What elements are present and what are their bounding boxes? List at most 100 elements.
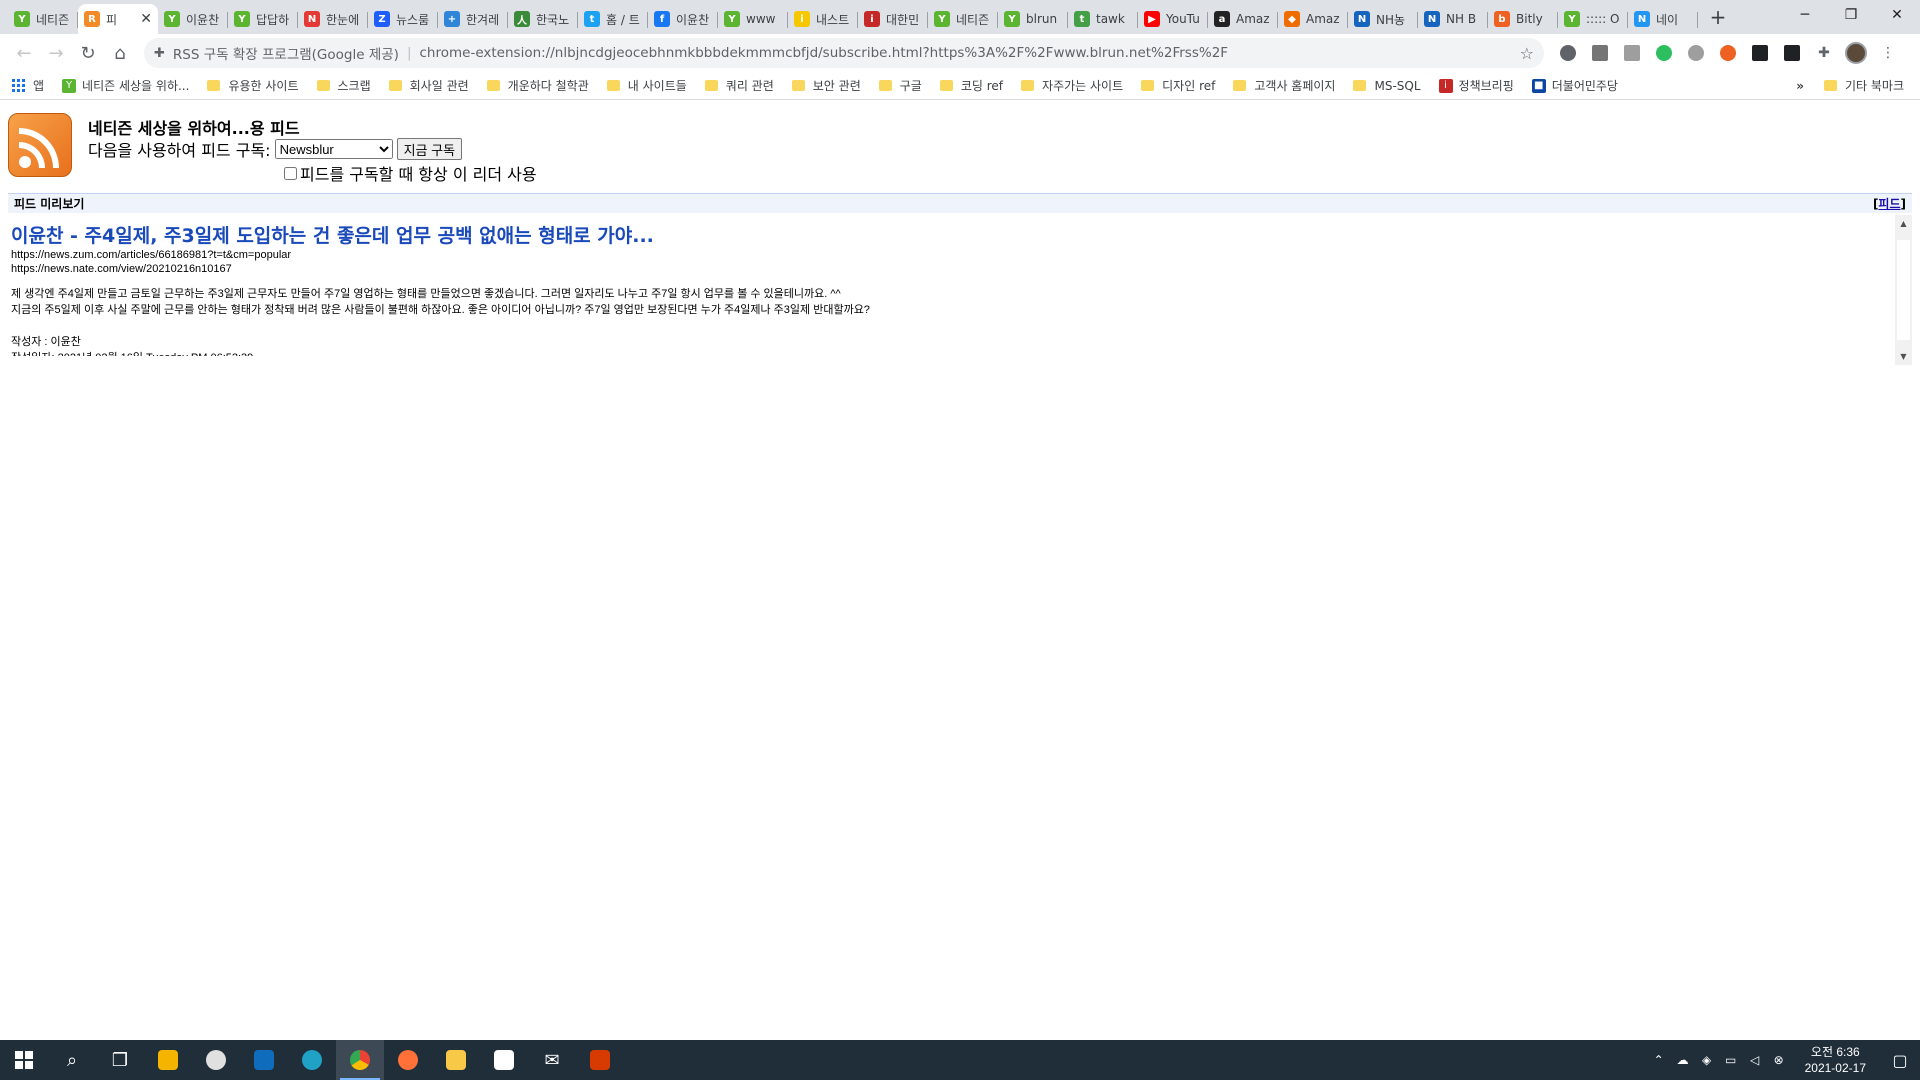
tab[interactable]: + 한겨레 (438, 4, 508, 34)
taskbar-app-explorer[interactable] (432, 1040, 480, 1080)
taskbar-app-outlook[interactable] (240, 1040, 288, 1080)
ext-chat-icon[interactable] (1682, 39, 1710, 67)
address-bar[interactable]: ✚ RSS 구독 확장 프로그램(Google 제공) | chrome-ext… (144, 38, 1544, 68)
tab[interactable]: N NH B (1418, 4, 1488, 34)
restore-button[interactable]: ❐ (1828, 0, 1874, 30)
bookmark-folder[interactable]: 회사일 관련 (388, 77, 469, 94)
ext-bitly-icon[interactable] (1714, 39, 1742, 67)
tab[interactable]: 人 한국노 (508, 4, 578, 34)
entry-title-link[interactable]: 이윤찬 - 주4일제, 주3일제 도입하는 건 좋은데 업무 공백 없애는 형태… (11, 221, 1881, 248)
tab[interactable]: i 대한민 (858, 4, 928, 34)
search-button[interactable]: ⌕ (48, 1040, 96, 1080)
ext-evernote-icon[interactable] (1650, 39, 1678, 67)
ext-reader-icon[interactable] (1586, 39, 1614, 67)
tab[interactable]: Y::::: O (1558, 4, 1628, 34)
ext-counter-icon[interactable] (1746, 39, 1774, 67)
bookmark-star-icon[interactable]: ☆ (1520, 44, 1534, 63)
taskbar-app-store[interactable] (480, 1040, 528, 1080)
menu-kebab-icon[interactable]: ⋮ (1874, 39, 1902, 67)
taskbar-clock[interactable]: 오전 6:36 2021-02-17 (1805, 1044, 1866, 1076)
folder-icon (606, 80, 620, 91)
ext-download-icon[interactable] (1778, 39, 1806, 67)
tab-favicon-icon: R (84, 11, 100, 27)
bookmarks-overflow-button[interactable]: » (1796, 79, 1804, 93)
tab[interactable]: Y 이윤찬 (158, 4, 228, 34)
tab[interactable]: Y 네티즌 (928, 4, 998, 34)
close-window-button[interactable]: ✕ (1874, 0, 1920, 30)
tab[interactable]: N NH농 (1348, 4, 1418, 34)
bookmark-item[interactable]: Y 네티즌 세상을 위하... (62, 77, 189, 94)
new-tab-button[interactable]: + (1704, 3, 1732, 31)
reload-button[interactable]: ↻ (72, 37, 104, 69)
ext-rss-icon[interactable] (1618, 39, 1646, 67)
other-bookmarks-folder[interactable]: 기타 북마크 (1823, 77, 1904, 94)
subscribe-now-button[interactable]: 지금 구독 (396, 138, 463, 160)
scroll-down-arrow-icon[interactable]: ▼ (1895, 348, 1912, 365)
bookmark-folder[interactable]: 유용한 사이트 (207, 77, 299, 94)
feed-link[interactable]: 피드 (1878, 197, 1900, 211)
action-center-button[interactable]: ▢ (1880, 1040, 1920, 1080)
taskbar-app-clock[interactable] (192, 1040, 240, 1080)
tab[interactable]: b Bitly (1488, 4, 1558, 34)
taskbar-app-editor[interactable] (144, 1040, 192, 1080)
bookmark-folder[interactable]: 쿼리 관련 (704, 77, 774, 94)
bookmark-folder[interactable]: 자주가는 사이트 (1021, 77, 1123, 94)
tab[interactable]: N 네이 (1628, 4, 1698, 34)
extensions-puzzle-icon[interactable]: ✚ (1810, 39, 1838, 67)
bookmark-folder[interactable]: MS-SQL (1353, 79, 1421, 93)
tab-close-icon[interactable]: ✕ (140, 11, 152, 27)
start-button[interactable] (0, 1040, 48, 1080)
tab[interactable]: Yblrun (998, 4, 1068, 34)
taskbar-app-office[interactable] (576, 1040, 624, 1080)
tab[interactable]: Y 네티즌 (8, 4, 78, 34)
bookmark-item[interactable]: i 정책브리핑 (1438, 77, 1514, 94)
reader-select[interactable]: Newsblur (274, 139, 393, 159)
dropbox-icon[interactable]: ◈ (1695, 1053, 1719, 1067)
entry-description-2: 지금의 주5일제 이후 사실 주말에 근무를 안하는 형태가 정착돼 버려 많은… (11, 304, 870, 316)
bookmark-item[interactable]: ■ 더불어민주당 (1531, 77, 1618, 94)
minimize-button[interactable]: ─ (1782, 0, 1828, 30)
tab-active[interactable]: R 피 ✕ (78, 4, 158, 34)
bookmark-folder[interactable]: 구글 (878, 77, 922, 94)
notification-status-icon[interactable]: ⊗ (1767, 1053, 1791, 1067)
feed-preview-frame[interactable]: 이윤찬 - 주4일제, 주3일제 도입하는 건 좋은데 업무 공백 없애는 형태… (8, 215, 1912, 465)
taskbar-app-mail[interactable]: ✉ (528, 1040, 576, 1080)
onedrive-icon[interactable]: ☁ (1671, 1053, 1695, 1067)
taskbar-app-edge[interactable] (288, 1040, 336, 1080)
tab[interactable]: a Amaz (1208, 4, 1278, 34)
task-view-button[interactable]: ❐ (96, 1040, 144, 1080)
taskbar-app-chrome[interactable] (336, 1040, 384, 1080)
profile-avatar[interactable] (1842, 39, 1870, 67)
home-button[interactable]: ⌂ (104, 37, 136, 69)
tab[interactable]: t 홈 / 트 (578, 4, 648, 34)
bookmark-folder[interactable]: 스크랩 (316, 77, 371, 94)
bookmark-folder[interactable]: 내 사이트들 (606, 77, 687, 94)
tray-overflow-icon[interactable]: ⌃ (1647, 1053, 1671, 1067)
address-url[interactable]: chrome-extension://nlbjncdgjeocebhnmkbbb… (420, 45, 1229, 61)
always-use-checkbox[interactable] (284, 166, 297, 180)
bookmark-folder[interactable]: 디자인 ref (1141, 77, 1215, 94)
forward-button[interactable]: → (40, 37, 72, 69)
tab[interactable]: Ywww (718, 4, 788, 34)
scroll-up-arrow-icon[interactable]: ▲ (1895, 215, 1912, 232)
preview-scrollbar[interactable]: ▲ ▼ (1895, 215, 1912, 365)
bookmark-folder[interactable]: 개운하다 철학관 (486, 77, 589, 94)
tab[interactable]: Y 답답하 (228, 4, 298, 34)
bookmark-folder[interactable]: 고객사 홈페이지 (1233, 77, 1335, 94)
network-icon[interactable]: ▭ (1719, 1053, 1743, 1067)
tab[interactable]: t tawk (1068, 4, 1138, 34)
ext-chrome-icon[interactable] (1554, 39, 1582, 67)
taskbar-app-firefox[interactable] (384, 1040, 432, 1080)
tab[interactable]: f 이윤찬 (648, 4, 718, 34)
tab[interactable]: ◆ Amaz (1278, 4, 1348, 34)
scroll-thumb[interactable] (1897, 240, 1910, 340)
tab[interactable]: N 한눈에 (298, 4, 368, 34)
tab[interactable]: i 내스트 (788, 4, 858, 34)
tab[interactable]: ▶ YouTu (1138, 4, 1208, 34)
tab[interactable]: Z 뉴스룸 (368, 4, 438, 34)
back-button[interactable]: ← (8, 37, 40, 69)
bookmark-folder[interactable]: 코딩 ref (939, 77, 1003, 94)
bookmark-item[interactable]: 앱 (12, 77, 44, 94)
volume-icon[interactable]: ◁ (1743, 1053, 1767, 1067)
bookmark-folder[interactable]: 보안 관련 (791, 77, 861, 94)
